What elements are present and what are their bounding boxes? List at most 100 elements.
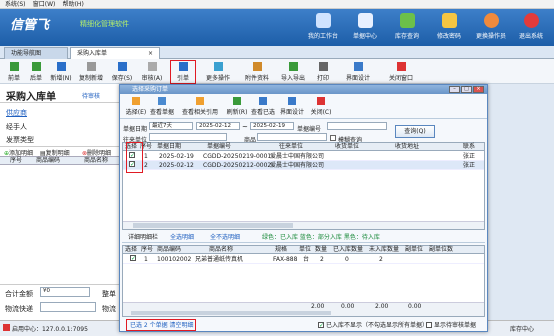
menu-help[interactable]: 帮助(H) [63, 0, 84, 9]
query-button[interactable]: 查询(Q) [395, 125, 435, 138]
document-icon [357, 13, 373, 28]
audit-button[interactable]: 审核(A) [138, 61, 166, 83]
party-input[interactable] [149, 133, 227, 141]
tab-purchase-receipt[interactable]: 采购入库单 × [70, 47, 160, 59]
divider [0, 284, 124, 285]
doc-center-button[interactable]: 单据中心 [346, 11, 384, 44]
close-icon [317, 97, 325, 105]
dialog-view-references-button[interactable]: 查看相关引用 [176, 97, 224, 117]
minimize-button[interactable]: – [449, 86, 460, 93]
inventory-center-status: 库存中心 [510, 326, 535, 333]
order-grid: 选择 序号 单据日期 单据编号 往来单位 收货单位 收货地址 联系 1 2025… [122, 142, 485, 230]
close-dialog-button[interactable]: × [473, 86, 484, 93]
copy-new-button[interactable]: 复制新增 [76, 61, 106, 83]
check-icon [132, 97, 140, 105]
fuzzy-checkbox[interactable] [330, 135, 336, 141]
layout-design-button[interactable]: 界面设计 [338, 61, 378, 83]
invoice-type-label: 发票类型 [6, 136, 34, 144]
detail-row[interactable]: 1 100102002 兄弟普通纸传真机 FAX-888 台 2 0 2 [123, 255, 484, 264]
monitor-icon [315, 13, 331, 28]
inventory-button[interactable]: 库存查询 [388, 11, 426, 44]
menu-window[interactable]: 窗口(W) [33, 0, 56, 9]
horizontal-scrollbar[interactable] [123, 310, 484, 316]
menu-system[interactable]: 系统(S) [5, 0, 26, 9]
status-legend: 绿色：已入库 蓝色：部分入库 黑色：待入库 [262, 234, 380, 241]
hide-stocked-label: 已入库不显示（不勾选显示所有单据） [326, 322, 429, 329]
attachments-button[interactable]: 附件资料 [240, 61, 274, 83]
horizontal-scrollbar[interactable] [123, 221, 484, 229]
order-row[interactable]: 1 2025-02-19 CGDD-20250219-0001 爱晨士中国有限公… [123, 152, 484, 161]
app-logo: 信管飞 [10, 18, 50, 33]
arrow-left-icon [9, 62, 19, 71]
show-pending-checkbox[interactable] [426, 322, 432, 328]
attachment-icon [252, 62, 262, 71]
new-button[interactable]: 新增(N) [48, 61, 74, 83]
date-range-sep: ~ [242, 123, 248, 131]
deselect-all-details-button[interactable]: 全不选明细 [210, 233, 240, 243]
print-button[interactable]: 打印 [310, 61, 336, 83]
doc-date-label: 单据日期 [123, 126, 148, 133]
order-row[interactable]: 2 2025-02-12 CGDD-20250212-0002 爱晨士中国有限公… [123, 161, 484, 170]
form-panel: 采购入库单 待审核 供应商 经手人 发票类型 ⊕添加明细 ▤复制明细 ⊗删除明细… [0, 84, 124, 320]
logistics-label-2: 物流 [102, 305, 116, 313]
more-actions-button[interactable]: 更多操作 [200, 61, 236, 83]
product-input[interactable] [257, 133, 327, 141]
workbench-button[interactable]: 我的工作台 [304, 11, 342, 44]
user-icon [483, 13, 499, 28]
total-amount-label: 合计金额 [5, 290, 33, 298]
dialog-select-button[interactable]: 选择(E) [124, 97, 148, 117]
divider [120, 118, 487, 119]
detail-totals-row: 2.00 0.00 2.00 0.00 [123, 302, 484, 310]
divider [0, 102, 124, 103]
design-icon [288, 97, 296, 105]
import-export-button[interactable]: 导入导出 [278, 61, 308, 83]
close-window-button[interactable]: 关闭窗口 [384, 61, 418, 83]
detail-grid: 选择 序号 商品编码 商品名称 规格 单位 数量 已入库数量 未入库数量 副单位… [122, 245, 485, 317]
supplier-label[interactable]: 供应商 [6, 108, 27, 118]
total-amount-field: ¥0 [40, 287, 90, 297]
tab-home[interactable]: 功能导航图 [4, 47, 68, 59]
hide-stocked-checkbox[interactable]: ✓ [318, 322, 324, 329]
prev-doc-button[interactable]: 前单 [4, 61, 24, 83]
close-icon[interactable]: × [148, 48, 153, 59]
save-icon [117, 62, 127, 71]
detail-grid-header: 选择 序号 商品编码 商品名称 规格 单位 数量 已入库数量 未入库数量 副单位… [123, 246, 484, 254]
order-grid-header: 选择 序号 单据日期 单据编号 往来单位 收货单位 收货地址 联系 [123, 143, 484, 151]
dialog-view-doc-button[interactable]: 查看单据 [150, 97, 174, 117]
exit-icon [523, 13, 539, 28]
page-title: 采购入库单 [6, 92, 56, 103]
select-all-details-button[interactable]: 全选明细 [170, 233, 194, 243]
save-button[interactable]: 保存(S) [108, 61, 136, 83]
select-purchase-order-dialog: 选择采购订单 – □ × 选择(E) 查看单据 查看相关引用 刷新(R) 查看已选 界面设… [119, 84, 488, 332]
inventory-icon [399, 13, 415, 28]
dialog-close-button[interactable]: 关闭(C) [308, 97, 334, 117]
close-icon [396, 62, 406, 71]
next-doc-button[interactable]: 后单 [26, 61, 46, 83]
more-icon [213, 62, 223, 71]
print-icon [318, 62, 328, 71]
arrow-right-icon [31, 62, 41, 71]
exit-button[interactable]: 退出系统 [512, 11, 550, 44]
doc-no-input[interactable] [327, 122, 387, 130]
date-to-input[interactable]: 2025-02-19 [250, 122, 294, 130]
refresh-icon [233, 97, 241, 105]
logistics-input[interactable] [40, 302, 96, 312]
change-password-button[interactable]: 修改密码 [430, 11, 468, 44]
dialog-layout-design-button[interactable]: 界面设计 [278, 97, 306, 117]
dialog-view-selected-button[interactable]: 查看已选 [250, 97, 276, 117]
detail-row-checkbox[interactable] [130, 255, 136, 261]
date-from-input[interactable]: 2025-02-12 [196, 122, 240, 130]
show-pending-label: 显示待审核单据 [434, 322, 477, 329]
copy-icon [86, 62, 96, 71]
highlight-selected-summary [126, 319, 196, 331]
maximize-button[interactable]: □ [461, 86, 472, 93]
scrollbar-thumb[interactable] [131, 311, 331, 315]
scrollbar-thumb[interactable] [133, 223, 293, 228]
highlight-reference-button [170, 60, 196, 84]
divider [0, 146, 124, 147]
lock-icon [441, 13, 457, 28]
switch-operator-button[interactable]: 更换操作员 [472, 11, 510, 44]
dialog-refresh-button[interactable]: 刷新(R) [226, 97, 248, 117]
period-select[interactable]: 最近7天 [149, 122, 193, 130]
logistics-label: 物流快递 [5, 305, 33, 313]
